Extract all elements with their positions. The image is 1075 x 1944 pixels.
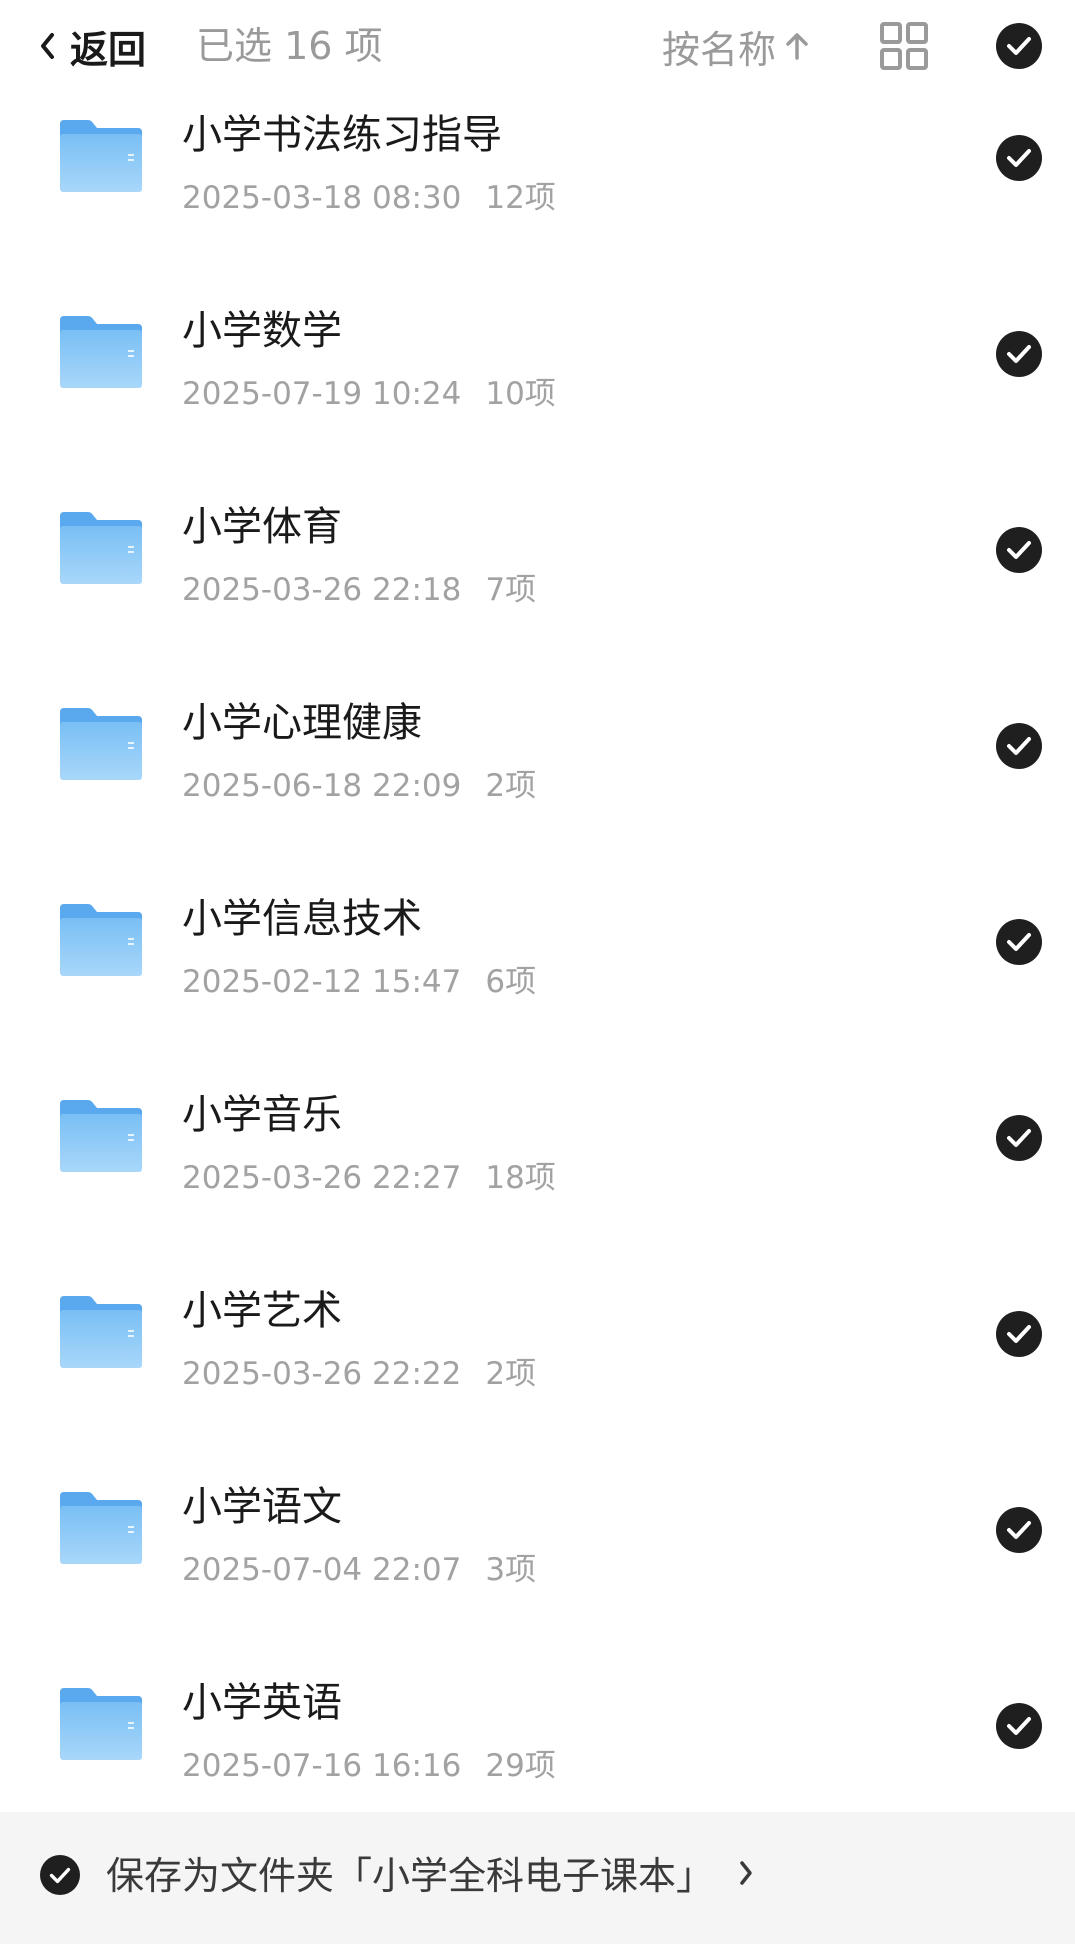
folder-icon	[60, 1492, 142, 1564]
folder-item-count: 10项	[485, 376, 556, 412]
folder-name: 小学音乐	[182, 1092, 342, 1138]
chevron-right-icon	[740, 1861, 752, 1885]
folder-item-count: 2项	[485, 1356, 537, 1392]
save-as-folder-label: 保存为文件夹「小学全科电子课本」	[106, 1854, 715, 1898]
folder-meta: 2025-03-26 22:18 7项	[182, 564, 536, 609]
folder-meta: 2025-07-04 22:07 3项	[182, 1544, 536, 1589]
check-icon	[1007, 1521, 1031, 1539]
folder-select-checkbox[interactable]	[996, 723, 1042, 769]
folder-item-count: 7项	[485, 572, 537, 608]
folder-select-checkbox[interactable]	[996, 1311, 1042, 1357]
folder-select-checkbox[interactable]	[996, 1507, 1042, 1553]
check-icon	[1007, 933, 1031, 951]
folder-select-checkbox[interactable]	[996, 135, 1042, 181]
folder-select-checkbox[interactable]	[996, 1115, 1042, 1161]
folder-icon	[60, 316, 142, 388]
check-icon	[1007, 345, 1031, 363]
folder-row[interactable]: 小学艺术 2025-03-26 22:22 2项	[0, 1236, 1075, 1431]
folder-name: 小学心理健康	[182, 700, 422, 746]
check-icon	[1007, 541, 1031, 559]
folder-meta: 2025-03-18 08:30 12项	[182, 172, 556, 217]
chevron-left-icon	[41, 33, 54, 59]
folder-meta: 2025-02-12 15:47 6项	[182, 956, 536, 1001]
folder-date: 2025-03-18 08:30	[182, 180, 462, 216]
folder-row[interactable]: 小学英语 2025-07-16 16:16 29项	[0, 1628, 1075, 1823]
folder-item-count: 18项	[485, 1160, 556, 1196]
folder-meta: 2025-03-26 22:27 18项	[182, 1152, 556, 1197]
folder-date: 2025-07-19 10:24	[182, 376, 462, 412]
folder-row[interactable]: 小学信息技术 2025-02-12 15:47 6项	[0, 844, 1075, 1039]
folder-name: 小学英语	[182, 1680, 342, 1726]
folder-item-count: 2项	[485, 768, 537, 804]
folder-name: 小学信息技术	[182, 896, 422, 942]
folder-date: 2025-06-18 22:09	[182, 768, 462, 804]
check-icon	[1007, 37, 1031, 55]
folder-row[interactable]: 小学书法练习指导 2025-03-18 08:30 12项	[0, 60, 1075, 255]
folder-select-checkbox[interactable]	[996, 919, 1042, 965]
check-icon	[1007, 149, 1031, 167]
folder-meta: 2025-07-16 16:16 29项	[182, 1740, 556, 1785]
folder-meta: 2025-03-26 22:22 2项	[182, 1348, 536, 1393]
folder-icon	[60, 1296, 142, 1368]
folder-icon	[60, 708, 142, 780]
folder-date: 2025-02-12 15:47	[182, 964, 462, 1000]
check-icon	[1007, 1129, 1031, 1147]
folder-date: 2025-07-16 16:16	[182, 1748, 462, 1784]
folder-date: 2025-07-04 22:07	[182, 1552, 462, 1588]
save-as-folder-bar[interactable]: 保存为文件夹「小学全科电子课本」	[0, 1812, 1075, 1944]
folder-icon	[60, 120, 142, 192]
folder-name: 小学数学	[182, 308, 342, 354]
check-icon	[1007, 737, 1031, 755]
save-as-folder-checkbox[interactable]	[40, 1855, 80, 1895]
folder-row[interactable]: 小学语文 2025-07-04 22:07 3项	[0, 1432, 1075, 1627]
folder-name: 小学书法练习指导	[182, 112, 502, 158]
folder-name: 小学语文	[182, 1484, 342, 1530]
folder-icon	[60, 512, 142, 584]
check-icon	[49, 1867, 71, 1883]
folder-date: 2025-03-26 22:18	[182, 572, 462, 608]
folder-item-count: 12项	[485, 180, 556, 216]
folder-icon	[60, 1100, 142, 1172]
folder-meta: 2025-06-18 22:09 2项	[182, 760, 536, 805]
folder-item-count: 6项	[485, 964, 537, 1000]
folder-icon	[60, 904, 142, 976]
folder-row[interactable]: 小学数学 2025-07-19 10:24 10项	[0, 256, 1075, 451]
folder-icon	[60, 1688, 142, 1760]
folder-row[interactable]: 小学体育 2025-03-26 22:18 7项	[0, 452, 1075, 647]
folder-name: 小学艺术	[182, 1288, 342, 1334]
folder-select-checkbox[interactable]	[996, 527, 1042, 573]
arrow-up-icon	[786, 33, 808, 60]
check-icon	[1007, 1717, 1031, 1735]
folder-name: 小学体育	[182, 504, 342, 550]
check-icon	[1007, 1325, 1031, 1343]
folder-item-count: 29项	[485, 1748, 556, 1784]
folder-item-count: 3项	[485, 1552, 537, 1588]
folder-row[interactable]: 小学心理健康 2025-06-18 22:09 2项	[0, 648, 1075, 843]
folder-select-checkbox[interactable]	[996, 1703, 1042, 1749]
folder-date: 2025-03-26 22:22	[182, 1356, 462, 1392]
folder-meta: 2025-07-19 10:24 10项	[182, 368, 556, 413]
folder-select-checkbox[interactable]	[996, 331, 1042, 377]
folder-row[interactable]: 小学音乐 2025-03-26 22:27 18项	[0, 1040, 1075, 1235]
folder-date: 2025-03-26 22:27	[182, 1160, 462, 1196]
